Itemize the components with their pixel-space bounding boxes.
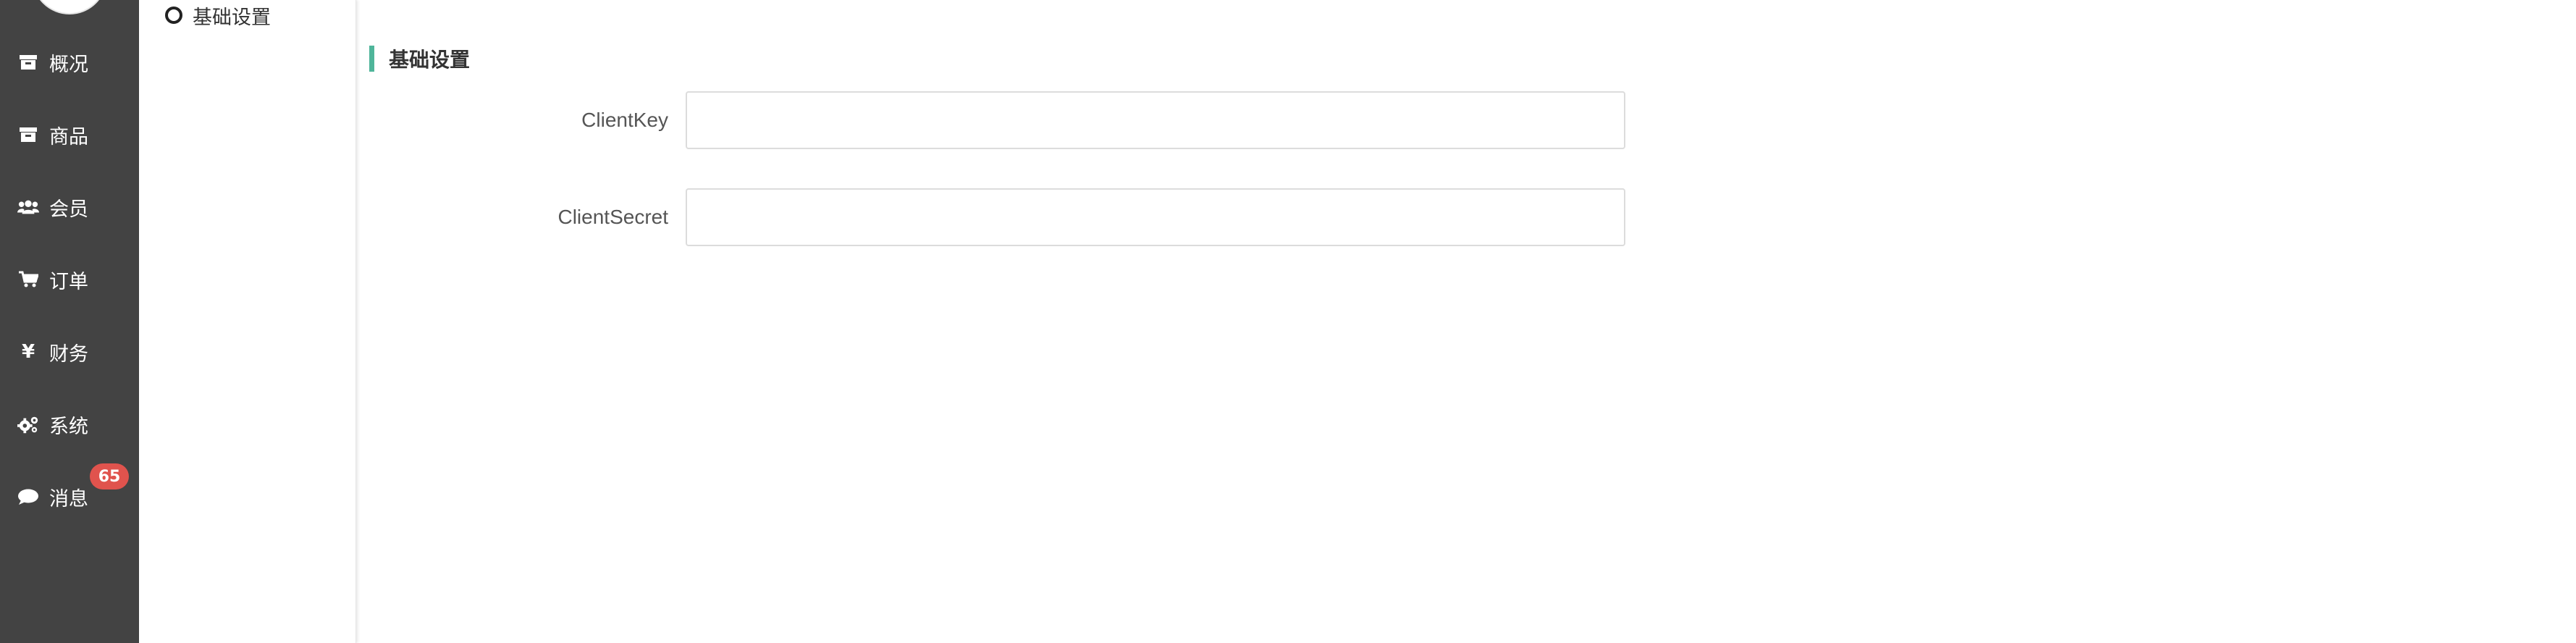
nav-item-label: 财务 — [49, 342, 88, 366]
client-key-input[interactable] — [686, 91, 1625, 149]
main-nav: 概况 商品 会员 订单 ¥ 财务 系统 消息 65 — [0, 0, 139, 643]
section-title-text: 基础设置 — [389, 48, 471, 72]
subnav-item-label: 基础设置 — [193, 6, 271, 29]
nav-item-products[interactable]: 商品 — [0, 113, 139, 156]
nav-item-system[interactable]: 系统 — [0, 403, 139, 446]
cart-icon — [17, 271, 39, 288]
nav-item-label: 订单 — [49, 270, 88, 293]
sub-nav: 基础设置 — [139, 0, 356, 643]
avatar[interactable] — [32, 0, 107, 14]
archive-icon — [17, 54, 39, 71]
main-content: 基础设置 ClientKey ClientSecret — [356, 0, 2576, 643]
gears-icon — [17, 415, 39, 434]
nav-item-label: 概况 — [49, 53, 88, 76]
nav-item-label: 系统 — [49, 415, 88, 438]
comment-icon — [17, 488, 39, 505]
nav-item-finance[interactable]: ¥ 财务 — [0, 330, 139, 374]
title-accent-bar — [369, 46, 374, 72]
form-row-client-key: ClientKey — [356, 91, 1625, 149]
app-window: 概况 商品 会员 订单 ¥ 财务 系统 消息 65 基础设置 基础设置 Clie… — [0, 0, 2576, 643]
nav-item-label: 商品 — [49, 125, 88, 148]
form-row-client-secret: ClientSecret — [356, 188, 1625, 246]
nav-item-members[interactable]: 会员 — [0, 185, 139, 229]
users-icon — [17, 198, 39, 216]
client-key-label: ClientKey — [581, 109, 668, 131]
client-secret-input[interactable] — [686, 188, 1625, 246]
client-secret-label: ClientSecret — [557, 206, 668, 228]
archive-icon — [17, 126, 39, 143]
subnav-item-basic-settings[interactable]: 基础设置 — [165, 1, 271, 29]
yen-icon: ¥ — [21, 341, 35, 363]
nav-item-overview[interactable]: 概况 — [0, 41, 139, 84]
section-title: 基础设置 — [369, 45, 470, 72]
circle-icon — [165, 7, 182, 24]
nav-item-orders[interactable]: 订单 — [0, 258, 139, 301]
nav-item-label: 消息 — [49, 487, 88, 510]
nav-item-label: 会员 — [49, 198, 88, 221]
message-count-badge: 65 — [90, 463, 129, 489]
